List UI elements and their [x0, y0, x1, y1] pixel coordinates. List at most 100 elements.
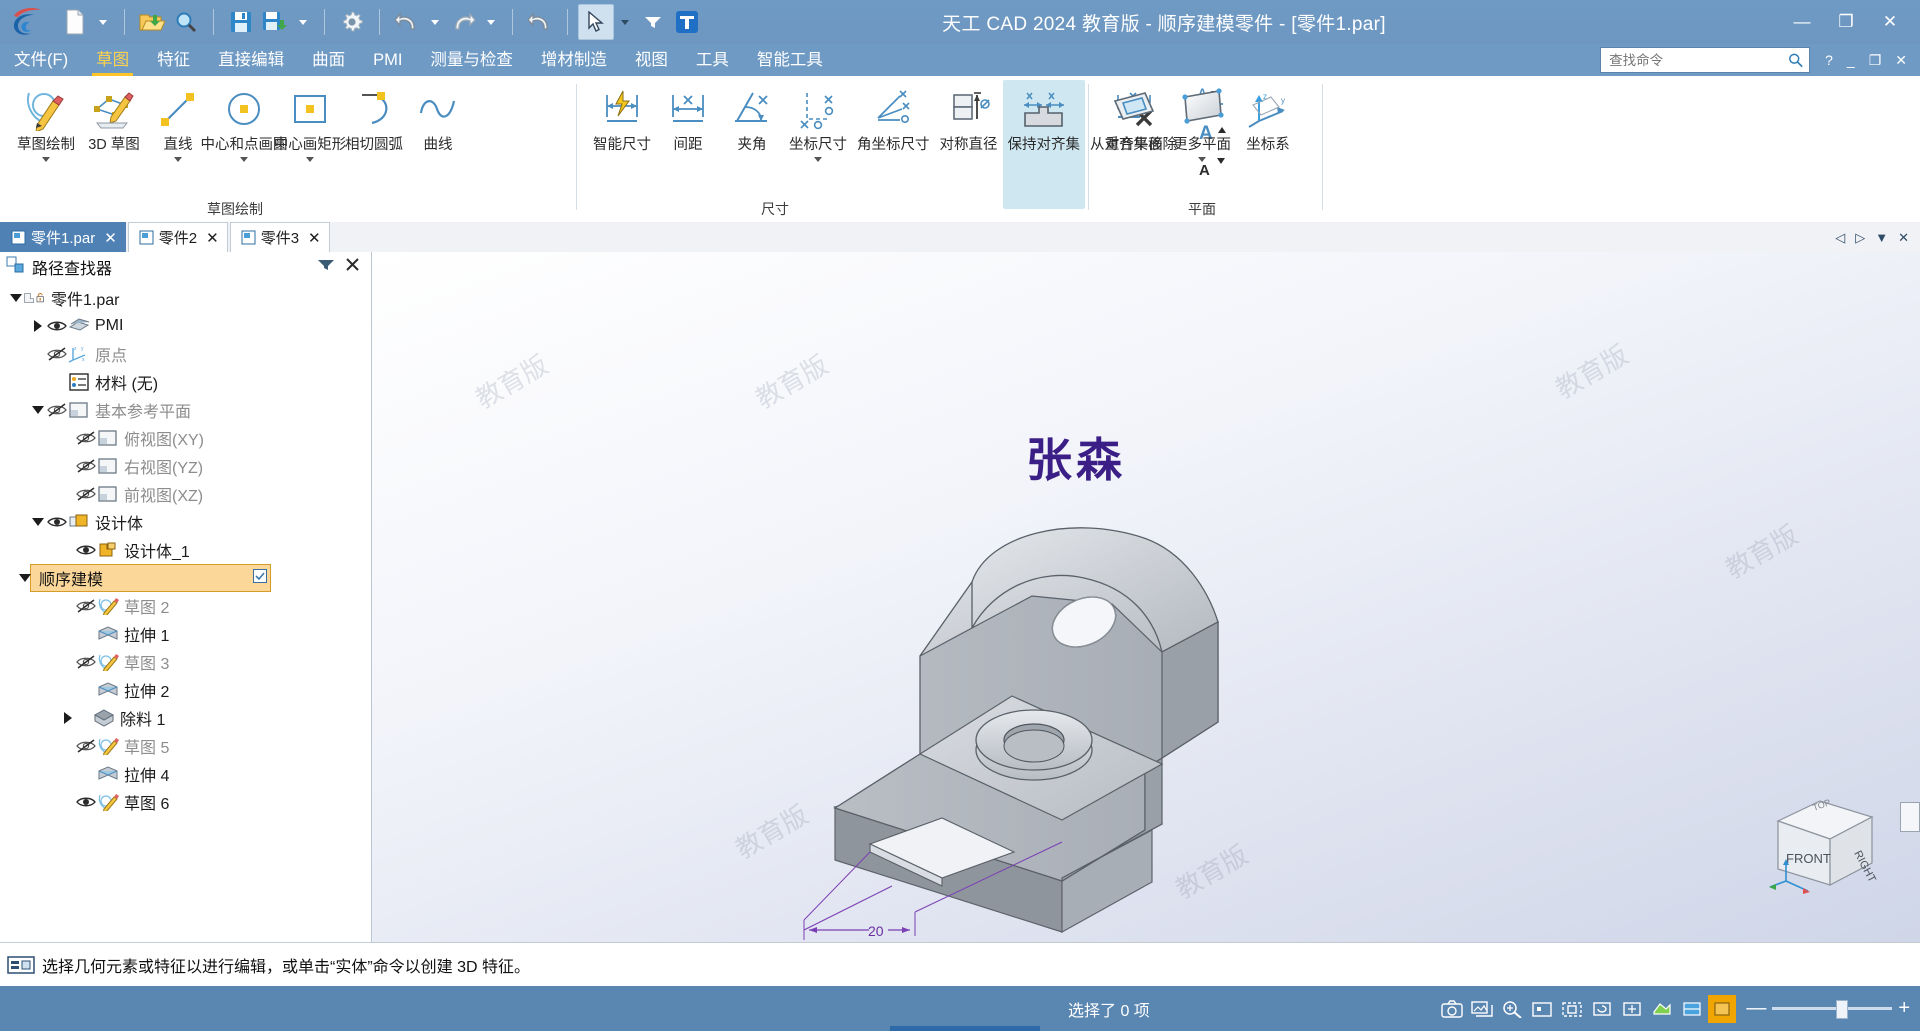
menu-item-file[interactable]: 文件(F)	[0, 44, 82, 76]
ribbon-button-smart-dimension[interactable]: 智能尺寸	[588, 80, 656, 154]
expand-collapse-icon[interactable]	[17, 570, 33, 586]
fit-view-icon[interactable]	[1528, 995, 1556, 1023]
visibility-hidden-icon[interactable]	[46, 403, 68, 417]
visibility-hidden-icon[interactable]	[75, 487, 97, 501]
visibility-eye-icon[interactable]	[46, 319, 68, 333]
close-icon[interactable]	[346, 258, 359, 276]
zoom-area-icon[interactable]	[1498, 995, 1526, 1023]
doc-tab-part1[interactable]: 零件1.par ✕	[0, 222, 126, 252]
tab-next-button[interactable]: ▷	[1850, 230, 1870, 246]
ribbon-button-curve[interactable]: 曲线	[406, 80, 470, 154]
tab-list-button[interactable]: ▼	[1870, 230, 1893, 245]
tree-node-pmi[interactable]: PMI	[0, 312, 371, 340]
maximize-button[interactable]: ❐	[1824, 3, 1868, 41]
view-cube[interactable]: FRONT RIGHT TOP	[1768, 787, 1884, 904]
tree-node-cutout-1[interactable]: 除料 1	[0, 704, 371, 732]
menu-item-feature[interactable]: 特征	[143, 44, 204, 76]
tree-node-extrude-4[interactable]: 拉伸 4	[0, 760, 371, 788]
zoom-thumb[interactable]	[1836, 1000, 1849, 1019]
expand-collapse-icon[interactable]	[30, 402, 46, 418]
close-icon[interactable]: ✕	[104, 229, 117, 247]
chevron-down-icon[interactable]	[814, 157, 822, 162]
chevron-down-icon[interactable]	[1198, 157, 1206, 162]
tree-node-right-plane[interactable]: 右视图(YZ)	[0, 452, 371, 480]
settings-button[interactable]	[335, 5, 369, 39]
visible-edges-icon[interactable]	[1678, 995, 1706, 1023]
tree-node-sketch-2[interactable]: 草图 2	[0, 592, 371, 620]
tree-node-design-body[interactable]: 设计体	[0, 508, 371, 536]
doc-restore-button[interactable]: ❐	[1862, 52, 1889, 69]
tab-prev-button[interactable]: ◁	[1830, 230, 1850, 246]
menu-item-measure-inspect[interactable]: 测量与检查	[416, 44, 527, 76]
save-as-button[interactable]	[258, 5, 292, 39]
menu-item-direct-edit[interactable]: 直接编辑	[204, 44, 298, 76]
tree-node-origin[interactable]: zyx 原点	[0, 340, 371, 368]
tree-node-front-plane[interactable]: 前视图(XZ)	[0, 480, 371, 508]
doc-tab-part2[interactable]: 零件2 ✕	[127, 222, 228, 252]
save-button[interactable]	[224, 5, 258, 39]
menu-item-smart-tools[interactable]: 智能工具	[743, 44, 837, 76]
help-button[interactable]: ?	[1818, 52, 1840, 68]
ordered-modeling-badge-icon[interactable]	[253, 568, 270, 588]
menu-item-view[interactable]: 视图	[621, 44, 682, 76]
ribbon-button-3d-sketch[interactable]: 3D 草图	[82, 80, 146, 154]
redo-dropdown-chevron-down-icon[interactable]	[487, 19, 495, 25]
ribbon-button-symmetric-diameter[interactable]: 对称直径	[935, 80, 1003, 154]
doc-minimize-button[interactable]: _	[1840, 52, 1862, 68]
part-model-3d[interactable]	[372, 252, 1920, 942]
undo-button[interactable]	[390, 5, 424, 39]
chevron-down-icon[interactable]	[306, 157, 314, 162]
visibility-hidden-icon[interactable]	[75, 599, 97, 613]
close-button[interactable]: ✕	[1868, 3, 1912, 41]
save-dropdown-chevron-down-icon[interactable]	[299, 19, 307, 25]
visibility-hidden-icon[interactable]	[75, 739, 97, 753]
visibility-hidden-icon[interactable]	[75, 459, 97, 473]
menu-item-additive-manufacturing[interactable]: 增材制造	[527, 44, 621, 76]
open-button[interactable]	[135, 5, 169, 39]
ribbon-button-coordinate-system[interactable]: z y 坐标系	[1236, 80, 1300, 154]
tree-node-part1[interactable]: 零件1.par	[0, 284, 371, 312]
visibility-hidden-icon[interactable]	[75, 431, 97, 445]
menu-item-tools[interactable]: 工具	[682, 44, 743, 76]
visibility-eye-icon[interactable]	[75, 543, 97, 557]
zoom-window-icon[interactable]	[1558, 995, 1586, 1023]
chevron-down-icon[interactable]	[240, 157, 248, 162]
ribbon-button-coincident-plane[interactable]: 重合平面	[1100, 80, 1168, 154]
zoom-track[interactable]	[1772, 1000, 1893, 1019]
doc-tab-part3[interactable]: 零件3 ✕	[229, 222, 330, 252]
ribbon-button-angular-coordinate-dimension[interactable]: 角坐标尺寸	[852, 80, 935, 154]
ribbon-button-rectangle-center[interactable]: 中心画矩形	[274, 80, 346, 162]
minimize-button[interactable]: —	[1780, 3, 1824, 41]
expand-collapse-icon[interactable]	[8, 290, 24, 306]
highlight-toggle-icon[interactable]	[1708, 994, 1737, 1023]
menu-item-surface[interactable]: 曲面	[298, 44, 359, 76]
tree-node-sketch-3[interactable]: 草图 3	[0, 648, 371, 676]
capture-image-icon[interactable]	[1438, 995, 1466, 1023]
tab-close-button[interactable]: ✕	[1893, 230, 1914, 246]
ribbon-button-coordinate-dimension[interactable]: 坐标尺寸	[784, 80, 852, 162]
visibility-eye-icon[interactable]	[46, 515, 68, 529]
new-document-button[interactable]	[58, 5, 92, 39]
tree-node-extrude-2[interactable]: 拉伸 2	[0, 676, 371, 704]
zoom-in-button[interactable]: +	[1898, 997, 1910, 1020]
doc-close-button[interactable]: ✕	[1888, 52, 1914, 69]
chevron-down-icon[interactable]	[42, 157, 50, 162]
rotate-view-icon[interactable]	[1588, 995, 1616, 1023]
ribbon-button-sketch-draw[interactable]: 草图绘制	[10, 80, 82, 162]
visibility-eye-icon[interactable]	[75, 795, 97, 809]
3d-viewport[interactable]: 教育版 教育版 教育版 教育版 教育版 教育版 20 张森 FRONT RIGH…	[372, 252, 1920, 942]
tree-node-ordered-modeling[interactable]: 顺序建模	[19, 564, 271, 592]
ribbon-button-more-planes[interactable]: 更多平面	[1168, 80, 1236, 162]
undo-dropdown-chevron-down-icon[interactable]	[431, 19, 439, 25]
pan-view-icon[interactable]	[1618, 995, 1646, 1023]
chevron-down-icon[interactable]	[174, 157, 182, 162]
tree-node-sketch-6[interactable]: 草图 6	[0, 788, 371, 816]
zoom-slider[interactable]: — +	[1746, 997, 1910, 1020]
command-search-box[interactable]	[1600, 47, 1811, 73]
search-input[interactable]	[1607, 51, 1789, 69]
open-recent-button[interactable]	[169, 5, 203, 39]
render-mode-icon[interactable]	[1648, 995, 1676, 1023]
close-icon[interactable]: ✕	[308, 229, 321, 247]
zoom-out-button[interactable]: —	[1746, 997, 1766, 1020]
tree-node-base-reference-planes[interactable]: 基本参考平面	[0, 396, 371, 424]
